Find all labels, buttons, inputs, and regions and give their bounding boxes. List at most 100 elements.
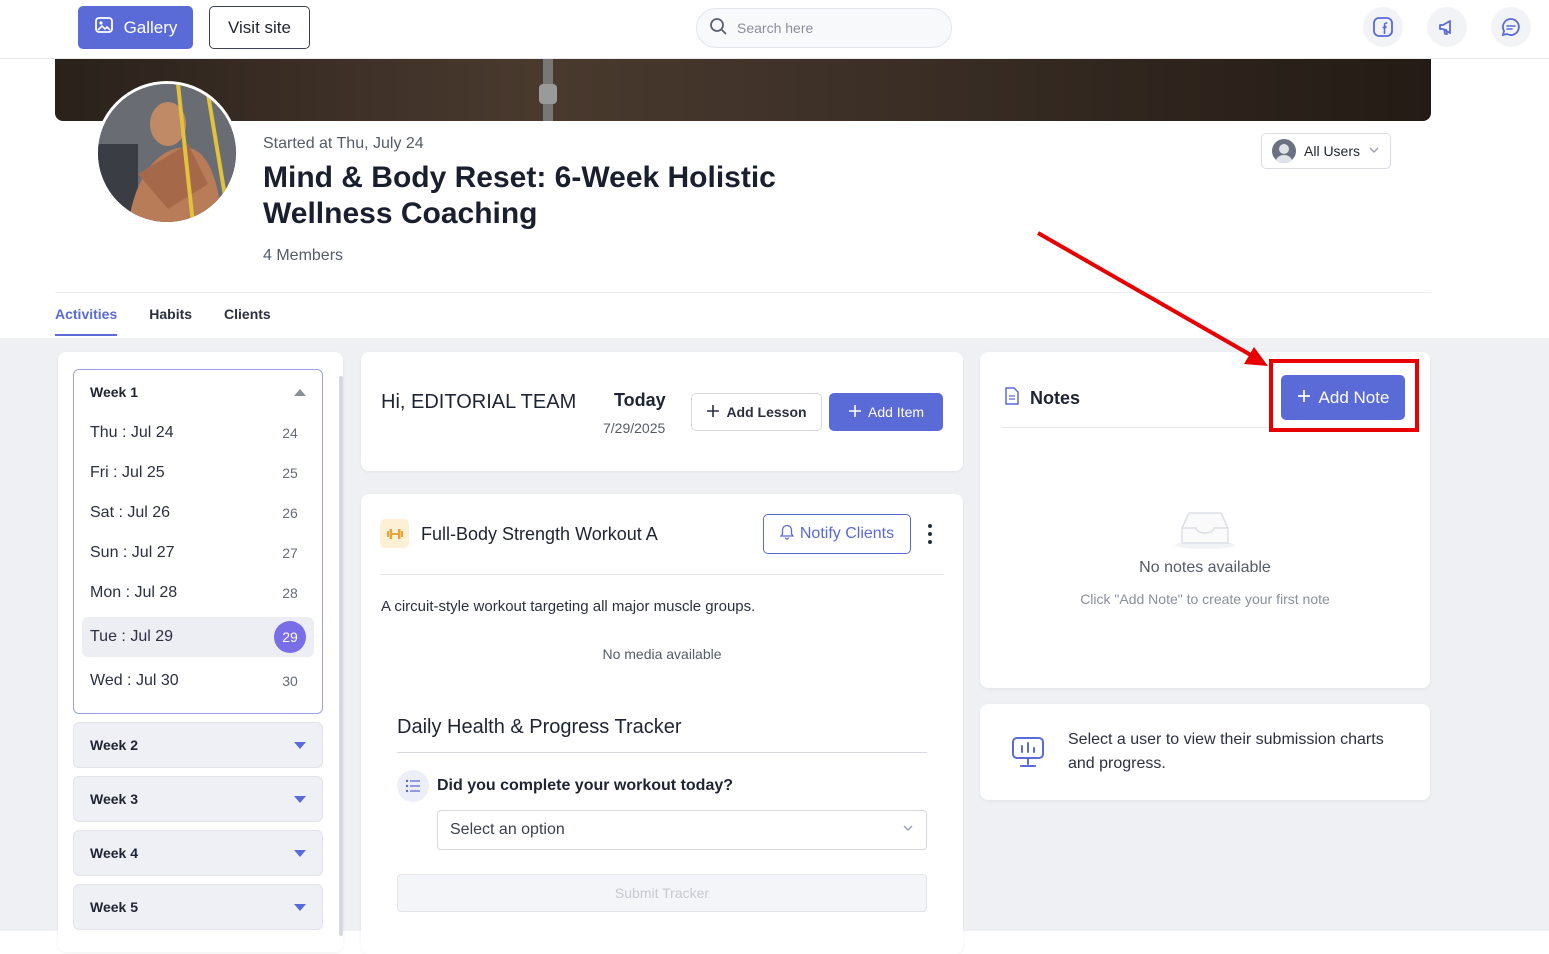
day-label: Sun : Jul 27	[90, 544, 175, 561]
week-label: Week 4	[90, 845, 138, 861]
tracker-title: Daily Health & Progress Tracker	[397, 716, 682, 738]
add-item-button[interactable]: Add Item	[829, 393, 943, 431]
search-input[interactable]	[737, 20, 927, 36]
chevron-down-icon	[1368, 143, 1380, 159]
day-item-selected[interactable]: Tue : Jul 29 29	[82, 617, 314, 657]
day-item[interactable]: Fri : Jul 25 25	[82, 453, 314, 493]
start-date: Started at Thu, July 24	[263, 135, 424, 152]
day-item[interactable]: Sun : Jul 27 27	[82, 533, 314, 573]
expand-icon	[294, 741, 306, 749]
day-number: 27	[282, 545, 298, 561]
megaphone-icon[interactable]	[1427, 7, 1467, 47]
day-number: 24	[282, 425, 298, 441]
user-filter-dropdown[interactable]: All Users	[1261, 133, 1391, 169]
workout-divider	[380, 574, 944, 575]
sidebar-scrollbar[interactable]	[339, 376, 343, 936]
select-placeholder: Select an option	[450, 821, 565, 838]
tab-activities[interactable]: Activities	[55, 306, 118, 336]
week-label: Week 5	[90, 899, 138, 915]
add-lesson-button[interactable]: Add Lesson	[691, 393, 822, 431]
day-number-badge: 29	[274, 621, 306, 653]
week-label: Week 1	[90, 384, 138, 400]
more-options-icon[interactable]	[924, 524, 936, 544]
bell-icon	[779, 524, 795, 545]
gallery-button[interactable]: Gallery	[78, 6, 193, 49]
week-4-header[interactable]: Week 4	[73, 830, 323, 876]
add-lesson-label: Add Lesson	[726, 404, 807, 420]
tracker-divider	[397, 752, 927, 753]
workout-description: A circuit-style workout targeting all ma…	[381, 598, 756, 615]
add-item-label: Add Item	[867, 404, 925, 420]
week-label: Week 2	[90, 737, 138, 753]
notify-clients-label: Notify Clients	[799, 525, 895, 542]
day-label: Fri : Jul 25	[90, 464, 165, 481]
expand-icon	[294, 903, 306, 911]
charts-info-text: Select a user to view their submission c…	[1068, 731, 1384, 772]
header-divider	[55, 292, 1431, 293]
top-bar: Gallery Visit site	[0, 0, 1549, 59]
greeting-text: Hi, EDITORIAL TEAM	[381, 391, 577, 413]
annotation-highlight-box	[1269, 359, 1419, 432]
today-label: Today	[614, 390, 666, 410]
user-filter-label: All Users	[1304, 143, 1361, 159]
search-bar	[696, 8, 952, 48]
notes-divider	[1002, 427, 1272, 428]
workout-card: Full-Body Strength Workout A Notify Clie…	[361, 494, 963, 954]
empty-notes-hint: Click "Add Note" to create your first no…	[1080, 591, 1330, 607]
charts-info-card: Select a user to view their submission c…	[980, 704, 1430, 800]
cover-banner	[55, 59, 1431, 121]
program-avatar	[95, 81, 239, 225]
gallery-label: Gallery	[123, 17, 178, 37]
expand-icon	[294, 849, 306, 857]
week-1-panel: Week 1 Thu : Jul 24 24 Fri : Jul 25 25 Sat…	[73, 369, 323, 714]
no-media-text: No media available	[602, 646, 722, 662]
day-label: Mon : Jul 28	[90, 584, 178, 601]
plus-icon	[706, 404, 720, 421]
empty-inbox-icon	[1174, 508, 1236, 555]
day-item[interactable]: Mon : Jul 28 28	[82, 573, 314, 613]
day-label: Thu : Jul 24	[90, 424, 174, 441]
answer-select[interactable]: Select an option	[437, 810, 927, 850]
workout-title: Full-Body Strength Workout A	[421, 524, 658, 544]
week-2-header[interactable]: Week 2	[73, 722, 323, 768]
collapse-icon	[294, 388, 306, 396]
empty-notes-title: No notes available	[1139, 559, 1271, 576]
tab-habits[interactable]: Habits	[149, 306, 192, 336]
visit-site-button[interactable]: Visit site	[209, 6, 310, 49]
gallery-icon	[94, 15, 114, 40]
day-label: Tue : Jul 29	[90, 628, 174, 645]
week-5-header[interactable]: Week 5	[73, 884, 323, 930]
week-label: Week 3	[90, 791, 138, 807]
page-title: Mind & Body Reset: 6-Week Holistic Welln…	[263, 161, 776, 230]
document-icon	[1004, 387, 1020, 410]
user-avatar-icon	[1272, 139, 1296, 163]
tab-clients[interactable]: Clients	[224, 306, 271, 336]
day-number: 25	[282, 465, 298, 481]
list-icon	[397, 770, 429, 802]
day-number: 26	[282, 505, 298, 521]
day-number: 28	[282, 585, 298, 601]
search-icon	[709, 17, 727, 40]
week-1-header[interactable]: Week 1	[90, 384, 306, 400]
day-item[interactable]: Wed : Jul 30 30	[82, 661, 314, 701]
facebook-icon[interactable]	[1363, 7, 1403, 47]
greeting-card: Hi, EDITORIAL TEAM Today 7/29/2025 Add L…	[361, 352, 963, 471]
expand-icon	[294, 795, 306, 803]
week-3-header[interactable]: Week 3	[73, 776, 323, 822]
dumbbell-icon	[380, 519, 409, 548]
visit-site-label: Visit site	[228, 17, 291, 37]
day-label: Wed : Jul 30	[90, 672, 179, 689]
day-item[interactable]: Sat : Jul 26 26	[82, 493, 314, 533]
notify-clients-button[interactable]: Notify Clients	[763, 514, 911, 554]
submit-tracker-button[interactable]: Submit Tracker	[397, 874, 927, 912]
chevron-down-icon	[902, 821, 914, 839]
day-item[interactable]: Thu : Jul 24 24	[82, 413, 314, 453]
chat-icon[interactable]	[1491, 7, 1531, 47]
tab-bar: Activities Habits Clients	[55, 306, 271, 336]
day-number: 30	[282, 673, 298, 689]
day-label: Sat : Jul 26	[90, 504, 171, 521]
notes-header: Notes	[1004, 387, 1080, 410]
member-count: 4 Members	[263, 247, 344, 264]
monitor-chart-icon	[1010, 735, 1046, 774]
plus-icon	[848, 404, 862, 421]
